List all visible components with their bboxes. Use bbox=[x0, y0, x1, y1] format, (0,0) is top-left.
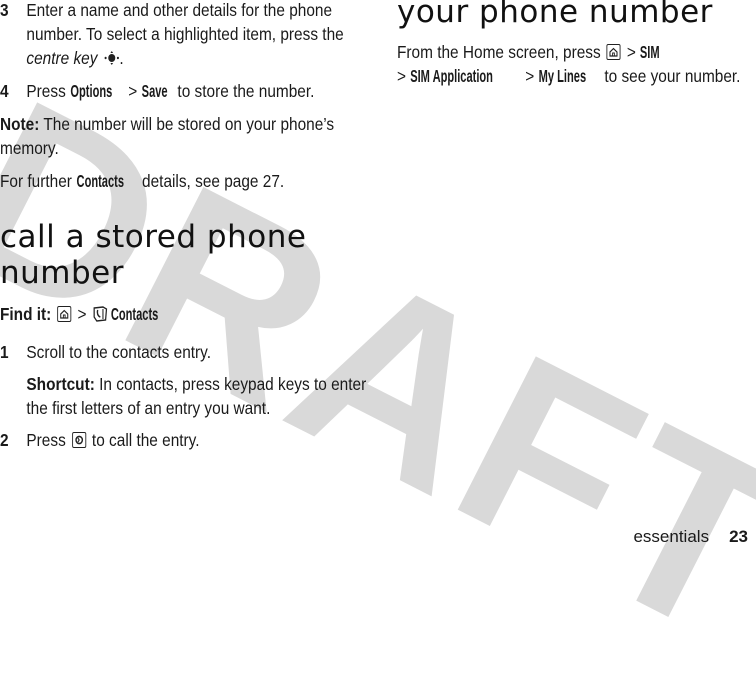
step-3: 3 Enter a name and other details for the… bbox=[0, 0, 387, 72]
note-text: The number will be stored on your phone’… bbox=[0, 114, 335, 158]
centre-key-icon bbox=[103, 48, 119, 72]
contacts-command: Contacts bbox=[111, 304, 159, 324]
section-heading-your-phone-number: your phone number bbox=[397, 0, 713, 30]
shortcut: Shortcut: In contacts, press keypad keys… bbox=[0, 372, 387, 420]
home-key-icon bbox=[606, 44, 621, 60]
further-details: For further Contacts details, see page 2… bbox=[0, 171, 285, 191]
step-number: 3 bbox=[0, 0, 9, 20]
sim-application-command: SIM Application bbox=[410, 66, 494, 86]
section-heading-call-stored-number: call a stored phone number bbox=[0, 219, 307, 291]
step-number: 1 bbox=[0, 342, 9, 362]
my-lines-command: My Lines bbox=[538, 66, 586, 86]
step-number: 2 bbox=[0, 430, 9, 450]
options-command: Options bbox=[70, 81, 112, 101]
note-label: Note: bbox=[0, 114, 40, 134]
save-command: Save bbox=[141, 81, 168, 101]
page-footer: essentials 23 bbox=[633, 527, 748, 547]
step-1: 1 Scroll to the contacts entry. bbox=[0, 340, 387, 364]
note: Note: The number will be stored on your … bbox=[0, 112, 361, 160]
left-column: 3 Enter a name and other details for the… bbox=[0, 0, 370, 452]
home-key-icon bbox=[57, 306, 72, 322]
page-number: 23 bbox=[729, 527, 748, 546]
contacts-book-icon bbox=[93, 305, 109, 329]
section-name: essentials bbox=[633, 527, 710, 546]
step-text: Enter a name and other details for the p… bbox=[26, 0, 344, 44]
step-text: Scroll to the contacts entry. bbox=[26, 342, 212, 362]
step-2: 2 Press to call the entry. bbox=[0, 430, 200, 450]
centre-key-label: centre key bbox=[26, 48, 98, 68]
phone-number-instructions: From the Home screen, press > SIM > SIM … bbox=[397, 42, 741, 86]
right-column: your phone number From the Home screen, … bbox=[397, 0, 756, 88]
shortcut-label: Shortcut: bbox=[26, 374, 95, 394]
sim-command: SIM bbox=[640, 42, 660, 62]
contacts-command: Contacts bbox=[76, 171, 124, 191]
step-number: 4 bbox=[0, 81, 9, 101]
find-it-label: Find it: bbox=[0, 304, 52, 324]
send-key-icon bbox=[71, 432, 86, 448]
step-4: 4 Press Options > Save to store the numb… bbox=[0, 81, 315, 101]
find-it: Find it: > Contacts bbox=[0, 302, 361, 329]
